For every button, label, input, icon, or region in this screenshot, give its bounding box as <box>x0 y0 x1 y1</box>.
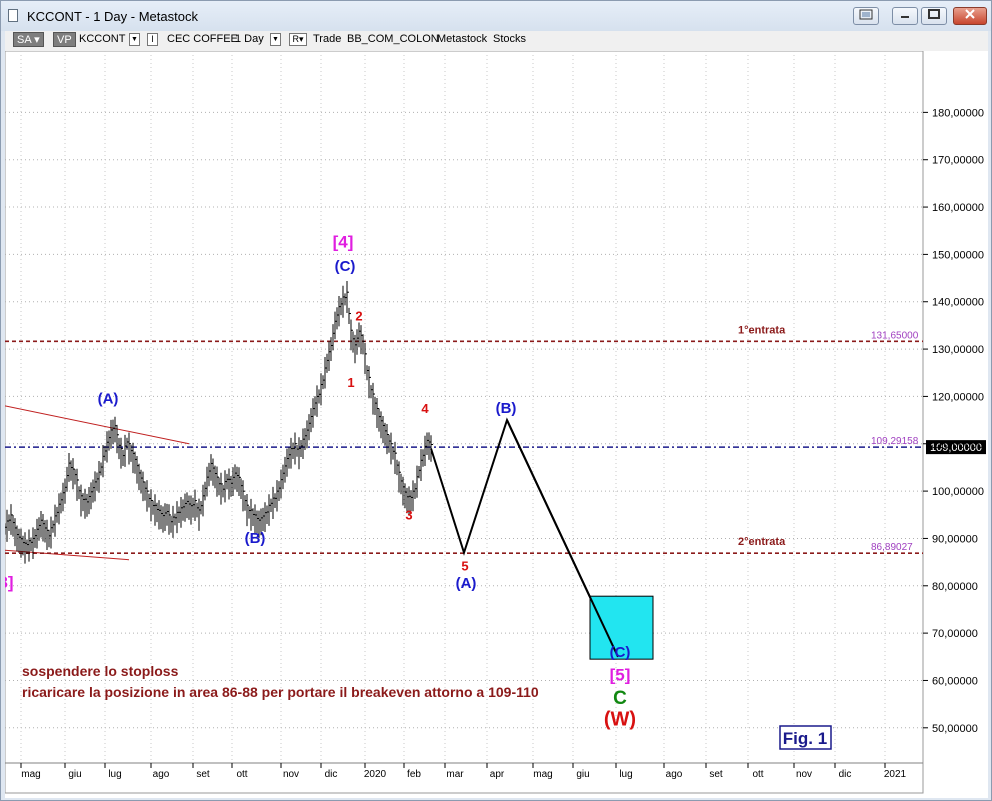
wave-label: 5 <box>461 559 468 574</box>
document-icon <box>8 9 18 22</box>
y-tick-label: 150,00000 <box>932 249 984 261</box>
close-button[interactable] <box>953 7 987 25</box>
stocks-label: Stocks <box>493 33 527 45</box>
x-tick-label: 2020 <box>364 769 387 780</box>
vp-button[interactable]: VP <box>53 32 76 47</box>
wave-label: (A) <box>456 575 477 592</box>
x-tick-label: lug <box>619 769 632 780</box>
y-tick-label: 50,00000 <box>932 723 978 735</box>
y-tick-label: 160,00000 <box>932 202 984 214</box>
y-tick-label: 70,00000 <box>932 628 978 640</box>
y-tick-label: 60,00000 <box>932 675 978 687</box>
x-tick-label: giu <box>68 769 81 780</box>
window-icon <box>859 9 873 20</box>
wave-label: 3 <box>405 508 412 523</box>
x-tick-label: set <box>709 769 723 780</box>
minimize-button[interactable] <box>892 7 918 25</box>
y-tick-label: 100,00000 <box>932 486 984 498</box>
symbol-dropdown[interactable]: ▼ <box>129 33 140 46</box>
wave-label: (A) <box>98 391 119 408</box>
x-tick-label: 2021 <box>884 769 907 780</box>
note-line: ricaricare la posizione in area 86-88 pe… <box>22 684 539 700</box>
wave-label: (C) <box>335 258 356 275</box>
y-tick-label: 80,00000 <box>932 581 978 593</box>
minimize-icon <box>901 16 909 18</box>
x-tick-label: nov <box>796 769 812 780</box>
close-icon <box>965 9 975 19</box>
i-toggle[interactable]: I <box>147 33 158 46</box>
y-tick-label: 130,00000 <box>932 344 984 356</box>
x-tick-label: set <box>196 769 210 780</box>
title-bar: KCCONT - 1 Day - Metastock <box>1 1 991 31</box>
x-tick-label: feb <box>407 769 421 780</box>
x-tick-label: ott <box>236 769 247 780</box>
wave-label: 2 <box>355 309 362 324</box>
note-line: sospendere lo stoploss <box>22 663 179 679</box>
r-label: R <box>292 34 299 44</box>
sa-label: SA <box>17 34 32 46</box>
price-chart[interactable]: 1°entrata 131,65000109,29158109,000002°en… <box>5 51 988 798</box>
maximize-icon <box>928 9 940 19</box>
x-tick-label: apr <box>490 769 505 780</box>
x-tick-label: ago <box>153 769 170 780</box>
x-tick-label: mar <box>446 769 464 780</box>
level-value: 109,29158 <box>871 436 919 447</box>
period-label: 1 Day <box>235 33 264 45</box>
wave-label: 1 <box>347 375 354 390</box>
level-value: 86,89027 <box>871 542 913 553</box>
wave-label: (B) <box>496 400 517 417</box>
y-tick-label: 170,00000 <box>932 155 984 167</box>
y-tick-label: 140,00000 <box>932 297 984 309</box>
wave-label: (B) <box>245 530 266 547</box>
app-label: Metastock <box>437 33 488 45</box>
x-tick-label: dic <box>325 769 338 780</box>
wave-label: [5] <box>610 665 631 684</box>
symbol-label: KCCONT <box>79 33 126 45</box>
y-tick-label: 120,00000 <box>932 391 984 403</box>
fig-label: Fig. 1 <box>783 729 827 748</box>
metastock-window: KCCONT - 1 Day - Metastock SA ▾ VP KCCON… <box>0 0 992 801</box>
level-label: 2°entrata <box>738 536 786 548</box>
x-tick-label: ago <box>666 769 683 780</box>
instrument-name: CEC COFFEE <box>167 33 238 45</box>
y-tick-label: 110,00000 <box>932 439 983 451</box>
x-tick-label: lug <box>108 769 121 780</box>
r-dropdown[interactable]: R▾ <box>289 33 307 46</box>
chart-toolbar: SA ▾ VP KCCONT ▼ I CEC COFFEE 1 Day ▼ R▾… <box>5 31 988 51</box>
x-tick-label: nov <box>283 769 299 780</box>
x-tick-label: ott <box>752 769 763 780</box>
level-value: 131,65000 <box>871 330 919 341</box>
wave-label: (W) <box>604 708 636 730</box>
source-label: BB_COM_COLON <box>347 33 439 45</box>
wave-label: 4 <box>421 401 429 416</box>
snapshot-button[interactable] <box>853 7 879 25</box>
x-tick-label: mag <box>533 769 552 780</box>
y-tick-label: 90,00000 <box>932 533 978 545</box>
trade-label: Trade <box>313 33 342 45</box>
y-tick-label: 180,00000 <box>932 107 984 119</box>
maximize-button[interactable] <box>921 7 947 25</box>
x-tick-label: mag <box>21 769 40 780</box>
wave-label: (C) <box>610 644 631 661</box>
level-label: 1°entrata <box>738 324 786 336</box>
window-title: KCCONT - 1 Day - Metastock <box>27 9 198 24</box>
sa-dropdown[interactable]: SA ▾ <box>13 32 44 47</box>
wave-label: [4] <box>333 232 354 251</box>
x-tick-label: giu <box>576 769 589 780</box>
wave-label: C <box>613 688 627 709</box>
wave-label: 3] <box>5 573 14 592</box>
period-dropdown[interactable]: ▼ <box>270 33 281 46</box>
x-tick-label: dic <box>839 769 852 780</box>
